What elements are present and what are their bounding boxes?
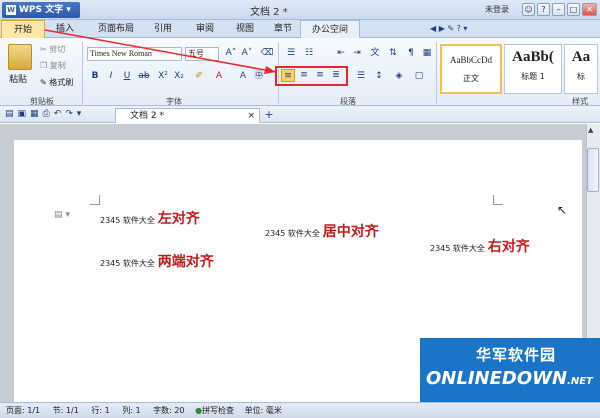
doc-line-left[interactable]: 2345 软件大全 左对齐 [100, 208, 200, 228]
line-label-left: 左对齐 [157, 211, 200, 227]
status-spellcheck[interactable]: 拼写检查 [202, 406, 234, 415]
mouse-cursor-icon: ↖ [557, 203, 568, 217]
quick-access-icons[interactable]: ▤▣▦⎙↶↷▾ [5, 109, 85, 119]
watermark-logo: 华军软件园 ONLINEDOWN.NET [420, 338, 600, 402]
line-prefix: 2345 软件大全 [265, 229, 320, 238]
watermark-en: ONLINEDOWN.NET [426, 368, 593, 389]
line-label-center: 居中对齐 [322, 224, 379, 240]
status-section: 节: 1/1 [52, 406, 79, 415]
status-wordcount[interactable]: 字数: 20 [153, 406, 184, 415]
spellcheck-icon: ● [195, 406, 203, 415]
doc-line-center[interactable]: 2345 软件大全 居中对齐 [265, 221, 379, 241]
status-line: 行: 1 [91, 406, 110, 415]
document-tab[interactable]: 文档 2 * × [115, 108, 260, 123]
paragraph-handle-icon[interactable]: ▤ ▾ [54, 210, 70, 220]
status-unit[interactable]: 单位: 毫米 [245, 406, 282, 415]
line-prefix: 2345 软件大全 [430, 244, 485, 253]
watermark-suffix: .NET [567, 376, 593, 387]
quick-access-toolbar [0, 106, 600, 123]
scrollbar-thumb[interactable] [587, 148, 599, 192]
status-page[interactable]: 页面: 1/1 [6, 406, 40, 415]
document-tab-label: 文档 2 * [130, 111, 164, 121]
watermark-cn: 华军软件园 [476, 346, 557, 364]
margin-mark-top-left [90, 195, 100, 205]
margin-mark-top-right [493, 195, 503, 205]
doc-line-justify[interactable]: 2345 软件大全 两端对齐 [100, 251, 214, 271]
status-column: 列: 1 [122, 406, 141, 415]
doc-line-right[interactable]: 2345 软件大全 右对齐 [430, 236, 530, 256]
close-tab-icon[interactable]: × [247, 109, 255, 123]
scroll-up-icon[interactable]: ▲ [588, 126, 593, 134]
line-label-justify: 两端对齐 [157, 254, 214, 270]
line-prefix: 2345 软件大全 [100, 259, 155, 268]
watermark-en-text: ONLINEDOWN [426, 368, 568, 389]
line-prefix: 2345 软件大全 [100, 216, 155, 225]
line-label-right: 右对齐 [487, 239, 530, 255]
status-bar: 页面: 1/1 节: 1/1 行: 1 列: 1 字数: 20 ●拼写检查 单位… [0, 402, 600, 418]
new-tab-icon[interactable]: + [262, 108, 276, 122]
